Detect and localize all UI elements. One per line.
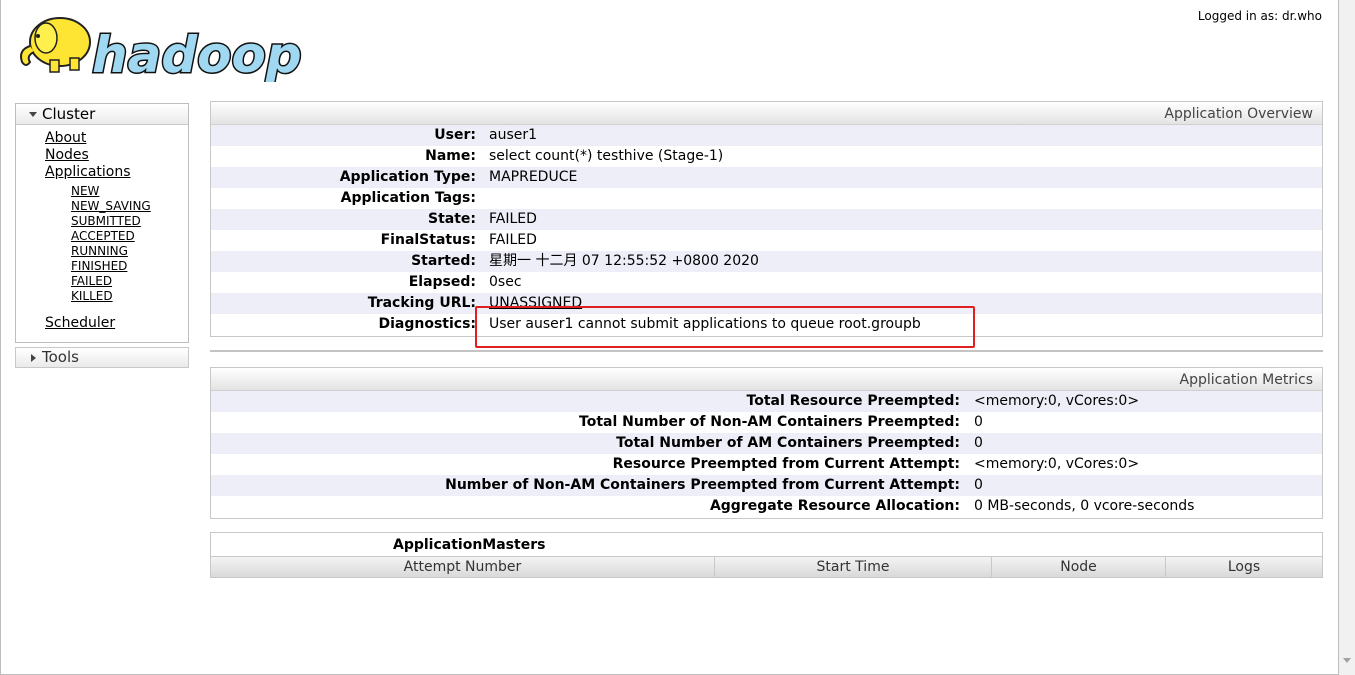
metrics-row: Total Number of Non-AM Containers Preemp… [211, 412, 1322, 433]
column-header-start-time[interactable]: Start Time [715, 557, 992, 577]
overview-row-application-tags: Application Tags: [211, 188, 1322, 209]
column-header-attempt-number[interactable]: Attempt Number [211, 557, 715, 577]
metrics-value: 0 MB-seconds, 0 vcore-seconds [974, 498, 1195, 514]
overview-value: 0sec [489, 274, 522, 290]
nav-app-state-new[interactable]: NEW [71, 184, 99, 199]
nav-about-link[interactable]: About [45, 130, 86, 147]
metrics-rows: Total Resource Preempted: <memory:0, vCor… [211, 391, 1322, 518]
nav-app-state-new-saving[interactable]: NEW_SAVING [71, 199, 151, 214]
overview-label: State: [427, 211, 476, 227]
nav-nodes-link[interactable]: Nodes [45, 147, 89, 164]
application-masters-header: Attempt Number Start Time Node Logs [211, 556, 1322, 577]
overview-value: auser1 [489, 127, 538, 143]
overview-value: FAILED [489, 211, 537, 227]
overview-label: FinalStatus: [380, 232, 476, 248]
diagnostics-highlight-box [475, 306, 975, 348]
overview-row-final-status: FinalStatus: FAILED [211, 230, 1322, 251]
overview-rows: User: auser1 Name: select count(*) testhiv… [211, 125, 1322, 336]
metrics-value: 0 [974, 414, 983, 430]
overview-label: Diagnostics: [378, 316, 476, 332]
column-header-logs[interactable]: Logs [1166, 557, 1322, 577]
expanded-triangle-icon [29, 112, 37, 117]
overview-row-started: Started: 星期一 十二月 07 12:55:52 +0800 2020 [211, 251, 1322, 272]
metrics-label: Aggregate Resource Allocation: [709, 498, 960, 514]
logged-in-user: Logged in as: dr.who [1197, 9, 1322, 23]
metrics-row: Total Resource Preempted: <memory:0, vCor… [211, 391, 1322, 412]
cluster-nav-header[interactable]: Cluster [16, 104, 188, 125]
overview-value: FAILED [489, 232, 537, 248]
overview-row-state: State: FAILED [211, 209, 1322, 230]
metrics-row: Number of Non-AM Containers Preempted fr… [211, 475, 1322, 496]
tools-nav-header[interactable]: Tools [16, 348, 188, 367]
nav-scheduler-link[interactable]: Scheduler [45, 315, 115, 332]
metrics-label: Total Resource Preempted: [746, 393, 960, 409]
application-overview-title: Application Overview [211, 102, 1322, 125]
metrics-value: 0 [974, 435, 983, 451]
metrics-row: Resource Preempted from Current Attempt:… [211, 454, 1322, 475]
nav-app-state-submitted[interactable]: SUBMITTED [71, 214, 141, 229]
overview-label: Started: [411, 253, 476, 269]
application-metrics-panel: Application Metrics Total Resource Preem… [210, 367, 1323, 519]
overview-label: Application Tags: [340, 190, 476, 206]
vertical-scrollbar[interactable] [1339, 0, 1355, 675]
metrics-row: Total Number of AM Containers Preempted:… [211, 433, 1322, 454]
overview-label: Tracking URL: [367, 295, 476, 311]
overview-row-elapsed: Elapsed: 0sec [211, 272, 1322, 293]
scroll-down-arrow-icon[interactable] [1343, 658, 1351, 663]
metrics-label: Total Number of AM Containers Preempted: [616, 435, 960, 451]
overview-value: MAPREDUCE [489, 169, 578, 185]
metrics-value: 0 [974, 477, 983, 493]
tools-nav-title: Tools [42, 348, 79, 366]
hadoop-logo[interactable]: hadoop [16, 6, 316, 82]
logo-wordmark: hadoop [92, 26, 302, 82]
nav-app-state-finished[interactable]: FINISHED [71, 259, 127, 274]
overview-value: 星期一 十二月 07 12:55:52 +0800 2020 [489, 253, 759, 269]
metrics-label: Resource Preempted from Current Attempt: [612, 456, 960, 472]
nav-app-state-accepted[interactable]: ACCEPTED [71, 229, 135, 244]
collapsed-triangle-icon [31, 354, 36, 362]
overview-value: select count(*) testhive (Stage-1) [489, 148, 724, 164]
overview-label: Elapsed: [408, 274, 476, 290]
application-masters-table: ApplicationMasters Attempt Number Start … [210, 532, 1323, 578]
metrics-value: <memory:0, vCores:0> [974, 456, 1140, 472]
cluster-nav-title: Cluster [42, 105, 96, 123]
metrics-row: Aggregate Resource Allocation: 0 MB-secon… [211, 496, 1322, 517]
application-overview-panel: Application Overview User: auser1 Name: se… [210, 101, 1323, 337]
overview-row-user: User: auser1 [211, 125, 1322, 146]
overview-label: User: [434, 127, 476, 143]
metrics-label: Total Number of Non-AM Containers Preemp… [579, 414, 960, 430]
overview-row-name: Name: select count(*) testhive (Stage-1) [211, 146, 1322, 167]
section-divider [210, 350, 1323, 352]
nav-app-state-running[interactable]: RUNNING [71, 244, 128, 259]
nav-applications-link[interactable]: Applications [45, 164, 131, 181]
overview-row-application-type: Application Type: MAPREDUCE [211, 167, 1322, 188]
metrics-value: <memory:0, vCores:0> [974, 393, 1140, 409]
column-header-node[interactable]: Node [992, 557, 1166, 577]
nav-app-state-failed[interactable]: FAILED [71, 274, 112, 289]
application-masters-caption: ApplicationMasters [393, 537, 546, 553]
overview-label: Name: [425, 148, 476, 164]
metrics-label: Number of Non-AM Containers Preempted fr… [445, 477, 960, 493]
elephant-icon [20, 17, 91, 73]
tools-nav[interactable]: Tools [15, 347, 189, 368]
overview-label: Application Type: [339, 169, 476, 185]
nav-app-state-killed[interactable]: KILLED [71, 289, 113, 304]
application-metrics-title: Application Metrics [211, 368, 1322, 391]
